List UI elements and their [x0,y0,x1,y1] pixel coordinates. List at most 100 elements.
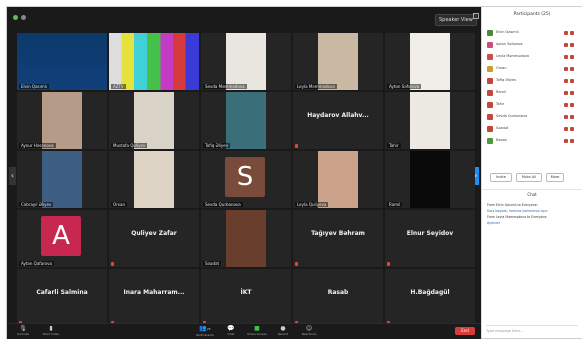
participant-row-name: Rasab [496,138,507,142]
reactions-button[interactable]: ☺ Reactions [297,325,321,338]
record-icon: ● [280,325,286,332]
title-bar: Speaker View [7,7,481,27]
participant-tile[interactable]: Ramil [385,151,475,208]
participant-name: Aytən Qafarova [19,261,54,266]
avatar [487,126,493,132]
info-icon[interactable] [21,15,26,20]
fullscreen-icon[interactable] [473,13,479,19]
chat-input[interactable]: Type message here... [486,325,578,336]
participants-panel: Participants (25) Elvin Qasımlı Aytən Səf… [481,7,582,338]
record-button[interactable]: ● Record [271,325,295,338]
video-off-icon[interactable] [570,91,574,95]
video-off-icon[interactable] [570,103,574,107]
invite-button[interactable]: Invite [490,173,512,182]
zoom-window: Speaker View ‹ › Elvin Qasımlı AZTV Sevda … [6,6,582,339]
video-feed [318,151,358,208]
participant-tile[interactable]: Tofiq Əliyev [201,92,291,149]
participant-row[interactable]: Ramil [486,89,578,97]
participant-tile[interactable]: Mustafa Quliyev [109,92,199,149]
participant-name: Haydarov Allahv... [307,112,369,119]
speaker-view-button[interactable]: Speaker View [435,14,477,26]
participant-tile[interactable]: Cəbrayıl Əliyev [17,151,107,208]
video-off-icon[interactable] [570,139,574,143]
participant-tile[interactable]: Leyla Məmmədova [293,33,383,90]
participant-tile[interactable]: İKT [201,269,291,326]
participant-row-name: Sevda Qurbanova [496,114,528,118]
participant-row[interactable]: Tofiq Əliyev [486,77,578,85]
participant-tile[interactable]: Aytən Səfərova [385,33,475,90]
participant-tile[interactable]: Səadət [201,210,291,267]
participant-tile[interactable]: AZTV [109,33,199,90]
muted-mic-icon[interactable] [564,43,568,47]
participant-row[interactable]: Aytən Səfərova [486,41,578,49]
participant-tile[interactable]: Aynur Həsənova [17,92,107,149]
avatar [487,138,493,144]
more-button[interactable]: More [546,173,564,182]
muted-mic-icon[interactable] [564,103,568,107]
participant-tile[interactable]: Tağıyev Bəhram [293,210,383,267]
muted-mic-icon[interactable] [564,127,568,131]
participant-name: Leyla Məmmədova [295,84,337,89]
participant-row[interactable]: Tahir [486,101,578,109]
video-off-icon[interactable] [570,127,574,131]
video-feed [226,33,266,90]
participant-tile[interactable]: Cafarli Salmina [17,269,107,326]
participant-tile[interactable]: Tahir [385,92,475,149]
participant-row[interactable]: Səadət [486,125,578,133]
participant-name: Sevda Qurbanova [203,202,243,207]
participant-tile[interactable]: Inara Maharram... [109,269,199,326]
participants-panel-title: Participants (25) [513,12,551,17]
participants-button[interactable]: 👥25 Participants [193,325,217,338]
video-feed [42,92,82,149]
video-feed [410,92,450,149]
muted-mic-icon[interactable] [564,67,568,71]
video-off-icon[interactable] [570,79,574,83]
video-off-icon[interactable] [570,31,574,35]
mute-button[interactable]: 🎙 Unmute [11,325,35,338]
participant-tile[interactable]: Sevda Məmmədova [201,33,291,90]
participant-row[interactable]: Sevda Qurbanova [486,113,578,121]
end-meeting-button[interactable]: End [455,327,475,335]
video-feed [134,92,174,149]
participant-row[interactable]: Elvin Qasımlı [486,29,578,37]
video-off-icon[interactable] [570,115,574,119]
video-off-icon[interactable] [570,55,574,59]
participant-name: AZTV [111,84,126,89]
muted-mic-icon[interactable] [564,115,568,119]
muted-mic-icon[interactable] [564,91,568,95]
participant-row[interactable]: Leyla Məmmədova [486,53,578,61]
participant-tile[interactable]: A Aytən Qafarova [17,210,107,267]
participant-tile[interactable]: Haydarov Allahv... [293,92,383,149]
security-shield-icon[interactable] [13,15,18,20]
participant-name: Tofiq Əliyev [203,143,231,148]
muted-mic-icon[interactable] [564,79,568,83]
participant-row[interactable]: Rasab [486,137,578,145]
video-feed [17,33,107,90]
muted-mic-icon[interactable] [564,139,568,143]
participant-tile[interactable]: S Sevda Qurbanova [201,151,291,208]
page-prev-arrow[interactable]: ‹ [9,167,16,185]
muted-mic-icon[interactable] [564,55,568,59]
participant-tile[interactable]: H.Bağdagül [385,269,475,326]
participants-icon: 👥25 [199,325,211,332]
participant-tile[interactable]: Quliyev Zafar [109,210,199,267]
share-screen-button[interactable]: ■ Share Screen [245,325,269,338]
muted-mic-icon[interactable] [564,31,568,35]
participant-tile[interactable]: Elnur Seyidov [385,210,475,267]
participant-name: Tahir [387,143,401,148]
participant-row[interactable]: Orxan [486,65,578,73]
participant-tile[interactable]: Orxan [109,151,199,208]
video-off-icon[interactable] [570,67,574,71]
participant-tile[interactable]: Leyla Quliyeva [293,151,383,208]
participant-tile[interactable]: Rasab [293,269,383,326]
mute-all-button[interactable]: Mute All [516,173,542,182]
meeting-toolbar: 🎙 Unmute ▮ Start Video 👥25 Participants 💬 Ch… [7,323,481,339]
video-feed [134,151,174,208]
chat-message: Aydındır [487,221,500,225]
muted-mic-icon [387,262,390,266]
chat-button[interactable]: 💬 Chat [219,325,243,338]
participant-tile[interactable]: Elvin Qasımlı [17,33,107,90]
video-off-icon[interactable] [570,43,574,47]
video-button[interactable]: ▮ Start Video [39,325,63,338]
participant-name: Ramil [387,202,403,207]
